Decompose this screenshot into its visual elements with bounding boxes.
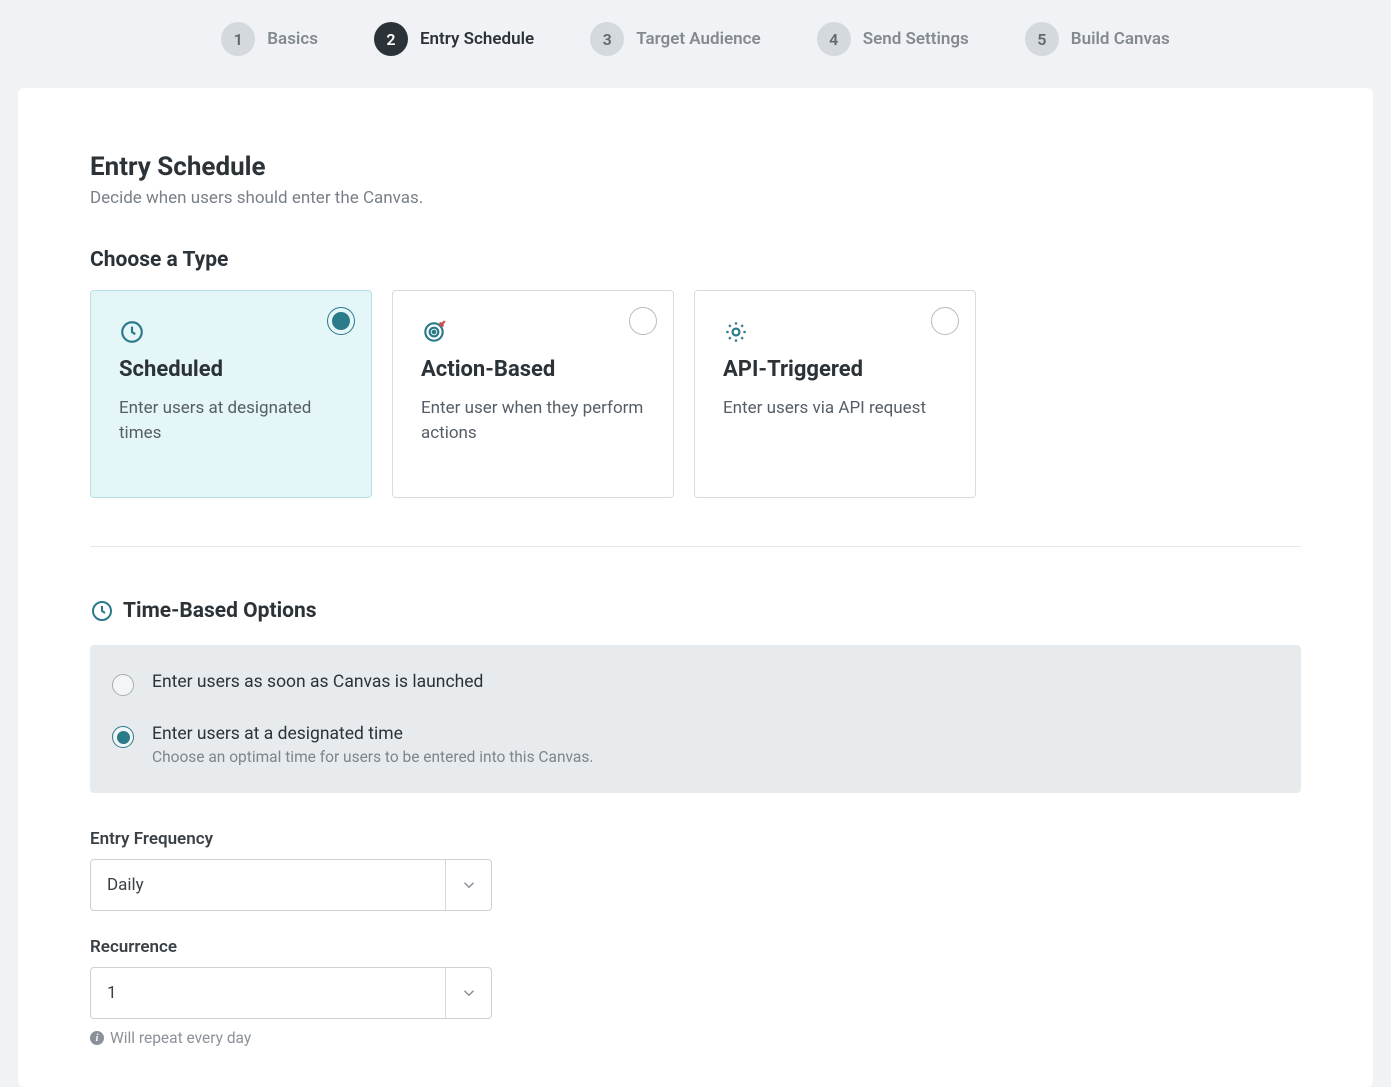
target-icon <box>421 319 447 345</box>
time-options-group: Enter users as soon as Canvas is launche… <box>90 645 1301 793</box>
type-card-desc: Enter users via API request <box>723 396 947 421</box>
recurrence-select[interactable]: 1 <box>90 967 492 1019</box>
select-value: Daily <box>91 860 445 910</box>
radio-indicator <box>629 307 657 335</box>
clock-icon <box>90 599 114 623</box>
helper-text: Will repeat every day <box>110 1029 251 1047</box>
option-launch-immediately[interactable]: Enter users as soon as Canvas is launche… <box>112 667 1279 701</box>
step-number: 4 <box>817 22 851 56</box>
step-number: 3 <box>590 22 624 56</box>
option-help-text: Choose an optimal time for users to be e… <box>152 748 593 766</box>
type-card-scheduled[interactable]: Scheduled Enter users at designated time… <box>90 290 372 498</box>
step-label: Target Audience <box>636 29 761 49</box>
radio-indicator <box>931 307 959 335</box>
type-card-name: API-Triggered <box>723 357 947 382</box>
page-title: Entry Schedule <box>90 152 1301 182</box>
recurrence-label: Recurrence <box>90 937 1301 957</box>
step-target-audience[interactable]: 3 Target Audience <box>590 22 761 56</box>
chevron-down-icon <box>445 860 491 910</box>
entry-frequency-label: Entry Frequency <box>90 829 1301 849</box>
type-card-desc: Enter users at designated times <box>119 396 343 445</box>
content-card: Entry Schedule Decide when users should … <box>18 88 1373 1087</box>
step-label: Send Settings <box>863 29 969 49</box>
step-number: 5 <box>1025 22 1059 56</box>
wizard-stepper: 1 Basics 2 Entry Schedule 3 Target Audie… <box>0 0 1391 88</box>
info-icon: i <box>90 1031 104 1045</box>
type-card-api-triggered[interactable]: API-Triggered Enter users via API reques… <box>694 290 976 498</box>
radio-indicator <box>112 726 134 748</box>
step-basics[interactable]: 1 Basics <box>221 22 318 56</box>
step-label: Basics <box>267 29 318 49</box>
time-options-header: Time-Based Options <box>90 599 1301 623</box>
step-label: Entry Schedule <box>420 29 534 49</box>
type-card-name: Scheduled <box>119 357 343 382</box>
section-divider <box>90 546 1301 547</box>
step-send-settings[interactable]: 4 Send Settings <box>817 22 969 56</box>
option-label: Enter users as soon as Canvas is launche… <box>152 672 483 692</box>
select-value: 1 <box>91 968 445 1018</box>
entry-frequency-select[interactable]: Daily <box>90 859 492 911</box>
page-subtitle: Decide when users should enter the Canva… <box>90 188 1301 208</box>
radio-indicator <box>327 307 355 335</box>
type-card-desc: Enter user when they perform actions <box>421 396 645 445</box>
type-card-action-based[interactable]: Action-Based Enter user when they perfor… <box>392 290 674 498</box>
option-label: Enter users at a designated time <box>152 724 593 744</box>
step-number: 1 <box>221 22 255 56</box>
chevron-down-icon <box>445 968 491 1018</box>
step-label: Build Canvas <box>1071 29 1170 49</box>
time-options-title: Time-Based Options <box>123 599 317 623</box>
option-designated-time[interactable]: Enter users at a designated time Choose … <box>112 719 1279 771</box>
radio-indicator <box>112 674 134 696</box>
type-card-name: Action-Based <box>421 357 645 382</box>
step-entry-schedule[interactable]: 2 Entry Schedule <box>374 22 534 56</box>
recurrence-helper: i Will repeat every day <box>90 1029 1301 1047</box>
step-build-canvas[interactable]: 5 Build Canvas <box>1025 22 1170 56</box>
step-number: 2 <box>374 22 408 56</box>
clock-icon <box>119 319 145 345</box>
type-card-group: Scheduled Enter users at designated time… <box>90 290 1301 498</box>
gear-icon <box>723 319 749 345</box>
choose-type-title: Choose a Type <box>90 248 1301 272</box>
